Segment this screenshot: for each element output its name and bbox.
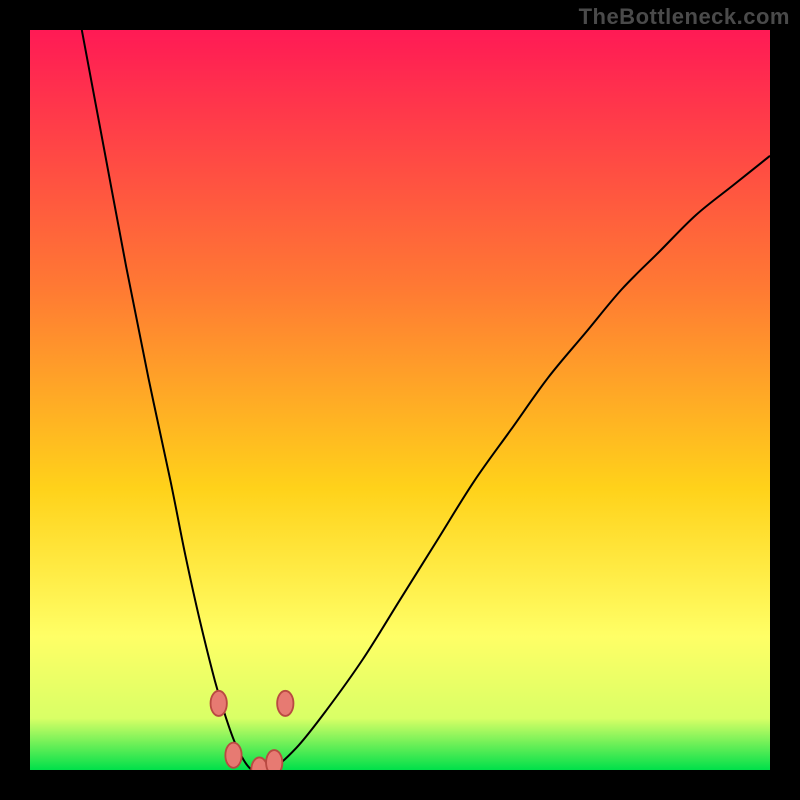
curve-marker <box>266 750 282 770</box>
curve-marker <box>225 743 241 768</box>
watermark-text: TheBottleneck.com <box>579 4 790 30</box>
curve-marker <box>211 691 227 716</box>
plot-svg <box>30 30 770 770</box>
plot-background <box>30 30 770 770</box>
curve-marker <box>277 691 293 716</box>
chart-container: { "watermark": "TheBottleneck.com", "col… <box>0 0 800 800</box>
